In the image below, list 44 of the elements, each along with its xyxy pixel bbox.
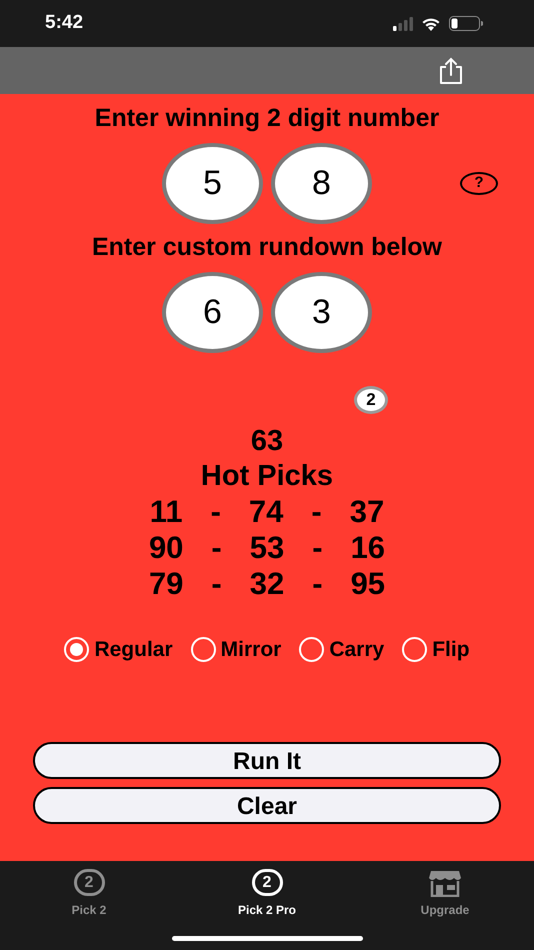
signal-icon: [393, 16, 413, 30]
action-button[interactable]: Clear: [33, 786, 501, 824]
dash-separator: -: [312, 530, 323, 566]
radio-option[interactable]: Regular: [64, 634, 173, 666]
radio-option[interactable]: Mirror: [190, 634, 282, 666]
rundown-label: Enter custom rundown below: [92, 232, 442, 262]
pick-number: 95: [350, 566, 386, 602]
help-button[interactable]: ?: [460, 172, 498, 195]
pick-number: 53: [250, 530, 284, 566]
pick-number: 11: [150, 494, 183, 530]
hot-picks-title: Hot Picks: [200, 459, 334, 494]
digit-input[interactable]: 5: [162, 143, 263, 224]
radio-button[interactable]: [299, 637, 324, 662]
dash-separator: -: [211, 530, 222, 566]
share-icon[interactable]: [438, 56, 464, 84]
pick-number: 16: [350, 530, 386, 566]
ball-badge: 2: [354, 386, 388, 414]
winning-label: Enter winning 2 digit number: [94, 103, 440, 133]
store-icon: [428, 868, 462, 896]
dash-separator: -: [312, 566, 323, 602]
digit-input[interactable]: 6: [162, 272, 263, 353]
battery-icon: [449, 16, 483, 31]
pick-number: 37: [350, 494, 384, 530]
digit-input[interactable]: 8: [271, 143, 372, 224]
action-button[interactable]: Run It: [33, 742, 501, 778]
radio-option[interactable]: Carry: [299, 634, 384, 666]
dash-separator: -: [211, 566, 222, 602]
tab-item[interactable]: Upgrade: [356, 861, 534, 950]
pick-number: 32: [250, 566, 284, 602]
dash-separator: -: [311, 494, 322, 530]
radio-option[interactable]: Flip: [402, 634, 470, 666]
pick-number: 79: [148, 566, 184, 602]
status-time: 5:42: [45, 11, 84, 36]
tab-item[interactable]: 2 Pick 2: [0, 861, 178, 950]
radio-button[interactable]: [190, 637, 216, 662]
radio-button[interactable]: [64, 637, 90, 662]
digit-input[interactable]: 3: [271, 272, 372, 353]
radio-button[interactable]: [402, 637, 428, 662]
wifi-icon: [421, 16, 441, 30]
pick-number: 74: [248, 494, 284, 530]
dash-separator: -: [210, 494, 221, 530]
tab-item[interactable]: 2 Pick 2 Pro: [178, 861, 356, 950]
pick-number: 90: [148, 530, 184, 566]
result-number: 63: [250, 424, 284, 458]
